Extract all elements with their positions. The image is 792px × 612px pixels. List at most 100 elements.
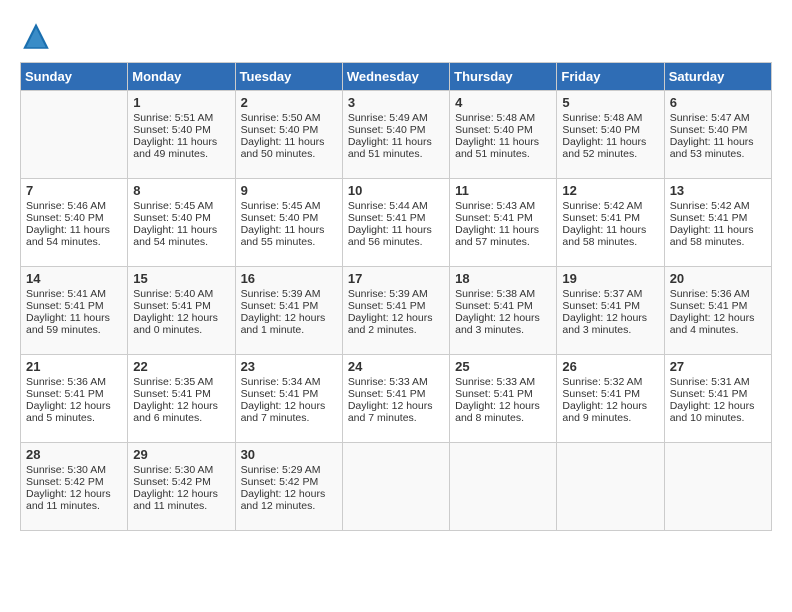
daylight: Daylight: 11 hours and 57 minutes. — [455, 224, 539, 248]
calendar-cell — [664, 443, 771, 531]
sunrise: Sunrise: 5:48 AM — [562, 112, 642, 124]
sunset: Sunset: 5:41 PM — [455, 300, 533, 312]
calendar-cell: 5 Sunrise: 5:48 AM Sunset: 5:40 PM Dayli… — [557, 91, 664, 179]
day-number: 1 — [133, 95, 229, 110]
calendar-week-3: 14 Sunrise: 5:41 AM Sunset: 5:41 PM Dayl… — [21, 267, 772, 355]
col-header-saturday: Saturday — [664, 63, 771, 91]
sunset: Sunset: 5:42 PM — [26, 476, 104, 488]
sunset: Sunset: 5:41 PM — [562, 388, 640, 400]
sunset: Sunset: 5:41 PM — [26, 388, 104, 400]
sunrise: Sunrise: 5:38 AM — [455, 288, 535, 300]
day-number: 8 — [133, 183, 229, 198]
day-number: 20 — [670, 271, 766, 286]
daylight: Daylight: 11 hours and 54 minutes. — [133, 224, 217, 248]
calendar-cell: 23 Sunrise: 5:34 AM Sunset: 5:41 PM Dayl… — [235, 355, 342, 443]
day-number: 4 — [455, 95, 551, 110]
col-header-monday: Monday — [128, 63, 235, 91]
day-number: 21 — [26, 359, 122, 374]
sunrise: Sunrise: 5:30 AM — [26, 464, 106, 476]
sunset: Sunset: 5:41 PM — [348, 300, 426, 312]
calendar-cell: 25 Sunrise: 5:33 AM Sunset: 5:41 PM Dayl… — [450, 355, 557, 443]
calendar-cell: 18 Sunrise: 5:38 AM Sunset: 5:41 PM Dayl… — [450, 267, 557, 355]
calendar-cell: 11 Sunrise: 5:43 AM Sunset: 5:41 PM Dayl… — [450, 179, 557, 267]
sunset: Sunset: 5:41 PM — [133, 300, 211, 312]
sunrise: Sunrise: 5:43 AM — [455, 200, 535, 212]
calendar-cell — [21, 91, 128, 179]
calendar-cell: 24 Sunrise: 5:33 AM Sunset: 5:41 PM Dayl… — [342, 355, 449, 443]
sunrise: Sunrise: 5:34 AM — [241, 376, 321, 388]
calendar-cell — [342, 443, 449, 531]
calendar-cell: 15 Sunrise: 5:40 AM Sunset: 5:41 PM Dayl… — [128, 267, 235, 355]
sunset: Sunset: 5:41 PM — [241, 300, 319, 312]
daylight: Daylight: 12 hours and 7 minutes. — [348, 400, 433, 424]
calendar-cell: 28 Sunrise: 5:30 AM Sunset: 5:42 PM Dayl… — [21, 443, 128, 531]
sunrise: Sunrise: 5:42 AM — [562, 200, 642, 212]
sunset: Sunset: 5:40 PM — [133, 124, 211, 136]
calendar-cell: 17 Sunrise: 5:39 AM Sunset: 5:41 PM Dayl… — [342, 267, 449, 355]
sunrise: Sunrise: 5:32 AM — [562, 376, 642, 388]
daylight: Daylight: 12 hours and 1 minute. — [241, 312, 326, 336]
calendar-cell: 6 Sunrise: 5:47 AM Sunset: 5:40 PM Dayli… — [664, 91, 771, 179]
logo — [20, 20, 58, 52]
sunset: Sunset: 5:40 PM — [133, 212, 211, 224]
col-header-thursday: Thursday — [450, 63, 557, 91]
daylight: Daylight: 12 hours and 3 minutes. — [455, 312, 540, 336]
calendar-cell: 30 Sunrise: 5:29 AM Sunset: 5:42 PM Dayl… — [235, 443, 342, 531]
sunrise: Sunrise: 5:31 AM — [670, 376, 750, 388]
daylight: Daylight: 11 hours and 53 minutes. — [670, 136, 754, 160]
day-number: 2 — [241, 95, 337, 110]
sunrise: Sunrise: 5:29 AM — [241, 464, 321, 476]
sunrise: Sunrise: 5:35 AM — [133, 376, 213, 388]
sunrise: Sunrise: 5:36 AM — [26, 376, 106, 388]
sunset: Sunset: 5:41 PM — [26, 300, 104, 312]
daylight: Daylight: 11 hours and 59 minutes. — [26, 312, 110, 336]
sunset: Sunset: 5:41 PM — [562, 212, 640, 224]
day-number: 11 — [455, 183, 551, 198]
day-number: 27 — [670, 359, 766, 374]
col-header-wednesday: Wednesday — [342, 63, 449, 91]
day-number: 23 — [241, 359, 337, 374]
day-number: 28 — [26, 447, 122, 462]
daylight: Daylight: 11 hours and 58 minutes. — [670, 224, 754, 248]
day-number: 18 — [455, 271, 551, 286]
col-header-sunday: Sunday — [21, 63, 128, 91]
calendar-cell: 14 Sunrise: 5:41 AM Sunset: 5:41 PM Dayl… — [21, 267, 128, 355]
sunset: Sunset: 5:41 PM — [348, 388, 426, 400]
sunrise: Sunrise: 5:49 AM — [348, 112, 428, 124]
daylight: Daylight: 11 hours and 52 minutes. — [562, 136, 646, 160]
daylight: Daylight: 12 hours and 2 minutes. — [348, 312, 433, 336]
calendar-cell: 1 Sunrise: 5:51 AM Sunset: 5:40 PM Dayli… — [128, 91, 235, 179]
daylight: Daylight: 11 hours and 55 minutes. — [241, 224, 325, 248]
calendar-cell: 13 Sunrise: 5:42 AM Sunset: 5:41 PM Dayl… — [664, 179, 771, 267]
day-number: 16 — [241, 271, 337, 286]
day-number: 22 — [133, 359, 229, 374]
daylight: Daylight: 12 hours and 7 minutes. — [241, 400, 326, 424]
sunrise: Sunrise: 5:48 AM — [455, 112, 535, 124]
sunset: Sunset: 5:40 PM — [348, 124, 426, 136]
calendar-cell: 27 Sunrise: 5:31 AM Sunset: 5:41 PM Dayl… — [664, 355, 771, 443]
col-header-friday: Friday — [557, 63, 664, 91]
sunrise: Sunrise: 5:39 AM — [241, 288, 321, 300]
col-header-tuesday: Tuesday — [235, 63, 342, 91]
calendar-cell — [450, 443, 557, 531]
day-number: 13 — [670, 183, 766, 198]
day-number: 5 — [562, 95, 658, 110]
sunrise: Sunrise: 5:30 AM — [133, 464, 213, 476]
sunrise: Sunrise: 5:45 AM — [241, 200, 321, 212]
sunset: Sunset: 5:41 PM — [133, 388, 211, 400]
daylight: Daylight: 12 hours and 6 minutes. — [133, 400, 218, 424]
daylight: Daylight: 11 hours and 49 minutes. — [133, 136, 217, 160]
sunrise: Sunrise: 5:46 AM — [26, 200, 106, 212]
day-number: 24 — [348, 359, 444, 374]
sunrise: Sunrise: 5:45 AM — [133, 200, 213, 212]
daylight: Daylight: 11 hours and 51 minutes. — [455, 136, 539, 160]
daylight: Daylight: 11 hours and 51 minutes. — [348, 136, 432, 160]
daylight: Daylight: 11 hours and 56 minutes. — [348, 224, 432, 248]
calendar-cell: 7 Sunrise: 5:46 AM Sunset: 5:40 PM Dayli… — [21, 179, 128, 267]
daylight: Daylight: 11 hours and 54 minutes. — [26, 224, 110, 248]
day-number: 30 — [241, 447, 337, 462]
sunrise: Sunrise: 5:41 AM — [26, 288, 106, 300]
daylight: Daylight: 12 hours and 9 minutes. — [562, 400, 647, 424]
sunrise: Sunrise: 5:39 AM — [348, 288, 428, 300]
sunrise: Sunrise: 5:33 AM — [348, 376, 428, 388]
